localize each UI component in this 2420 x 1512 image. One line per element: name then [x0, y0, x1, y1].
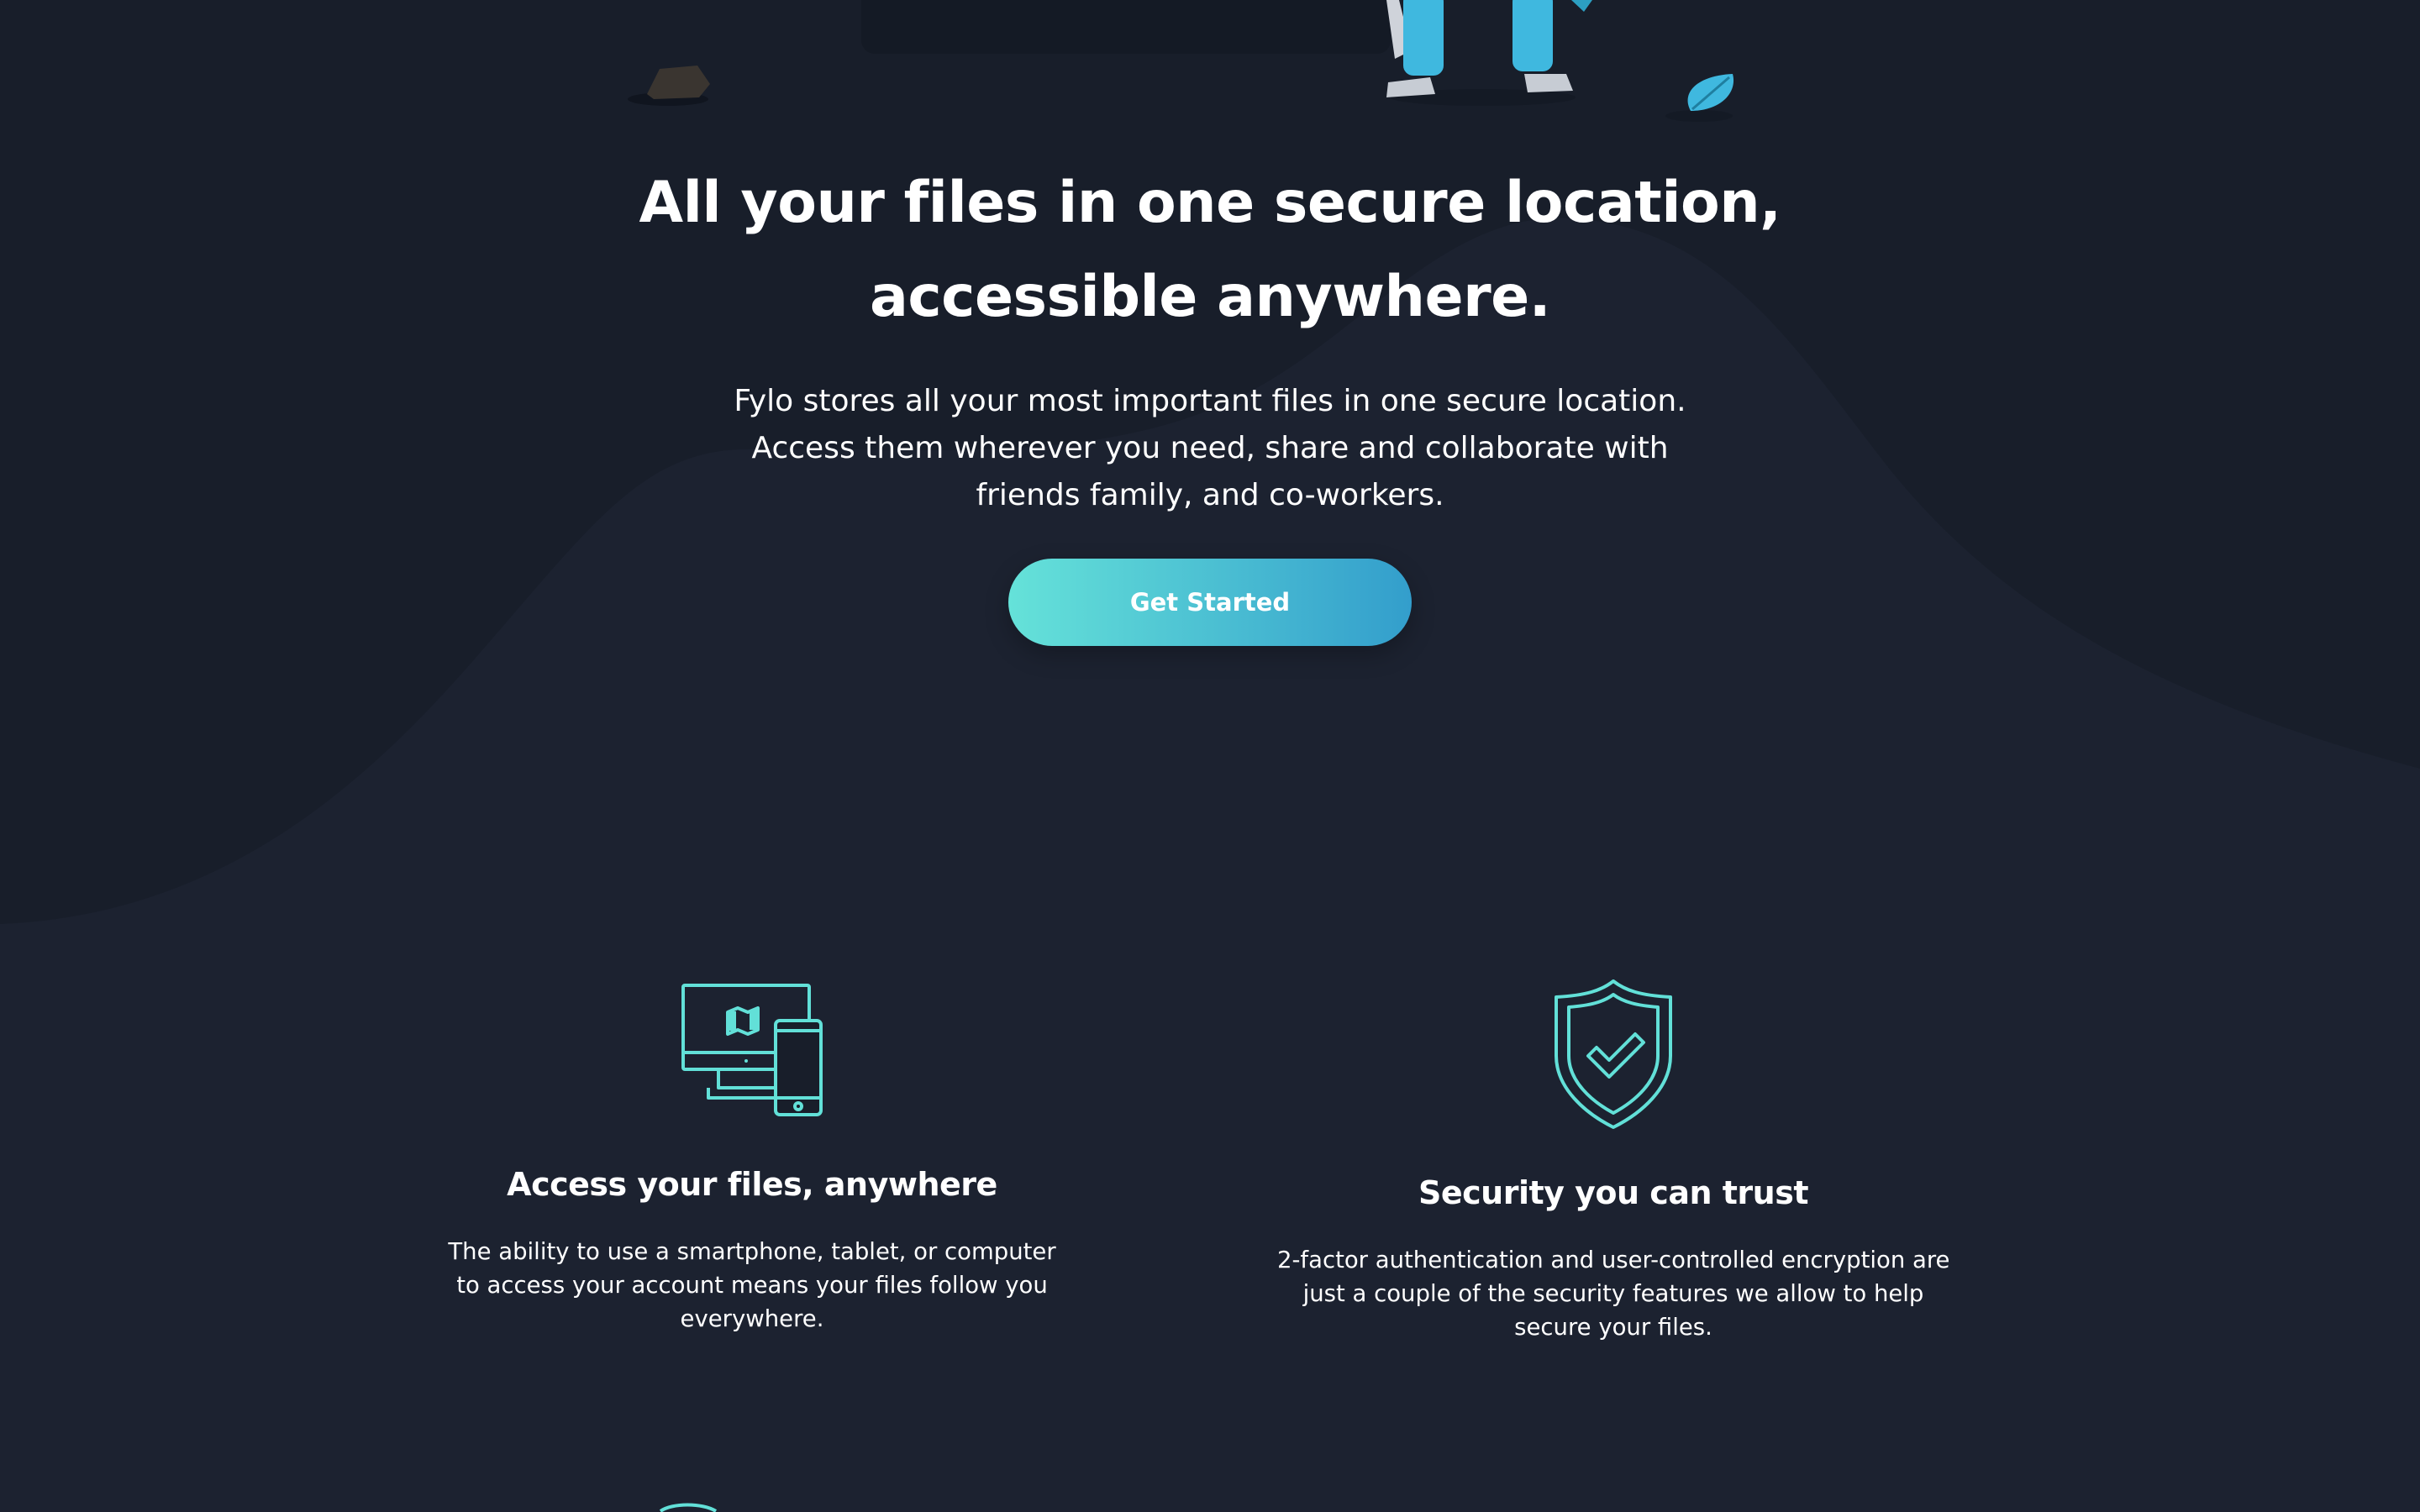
feature-description-line: to access your account means your files …	[456, 1272, 1048, 1299]
leaf-shadow	[1665, 110, 1733, 122]
person-leg-right	[1512, 0, 1553, 71]
feature-security: Security you can trust 2-factor authenti…	[1277, 979, 1949, 1348]
small-leaf	[1571, 0, 1592, 12]
feature-description: The ability to use a smartphone, tablet,…	[437, 1235, 1067, 1336]
hero-title-line: All your files in one secure location,	[639, 170, 1782, 236]
next-feature-icon	[659, 1503, 718, 1512]
feature-description-line: just a couple of the security features w…	[1302, 1280, 1924, 1307]
feature-description-line: The ability to use a smartphone, tablet,…	[448, 1238, 1056, 1265]
feature-description: 2-factor authentication and user-control…	[1277, 1243, 1949, 1344]
hero-description: Fylo stores all your most important file…	[0, 378, 2420, 519]
next-feature-icon-arc	[659, 1503, 718, 1512]
feature-access-anywhere: Access your files, anywhere The ability …	[437, 983, 1067, 1336]
feature-description-line: secure your files.	[1514, 1314, 1712, 1341]
devices-icon	[681, 984, 823, 1116]
person-leg-left	[1403, 0, 1444, 76]
feature-title: Security you can trust	[1418, 1174, 1809, 1211]
feature-title: Access your files, anywhere	[507, 1166, 997, 1203]
person-shoe-right	[1524, 74, 1573, 92]
person-shoe-left	[1386, 77, 1435, 97]
rock-shape	[647, 66, 710, 99]
hero-description-line: friends family, and co-workers.	[976, 478, 1444, 512]
hero-illustration	[628, 0, 1734, 122]
illustration-panel	[861, 0, 1391, 54]
hero-title: All your files in one secure location, a…	[0, 156, 2420, 344]
feature-description-line: everywhere.	[680, 1305, 824, 1332]
hero-title-line: accessible anywhere.	[869, 264, 1551, 330]
get-started-button[interactable]: Get Started	[1008, 559, 1412, 646]
feature-description-line: 2-factor authentication and user-control…	[1277, 1247, 1950, 1273]
hero-description-line: Access them wherever you need, share and…	[751, 431, 1669, 465]
hero-description-line: Fylo stores all your most important file…	[734, 384, 1686, 418]
landing-page: All your files in one secure location, a…	[0, 0, 2420, 1512]
shield-check-icon	[1555, 979, 1672, 1129]
